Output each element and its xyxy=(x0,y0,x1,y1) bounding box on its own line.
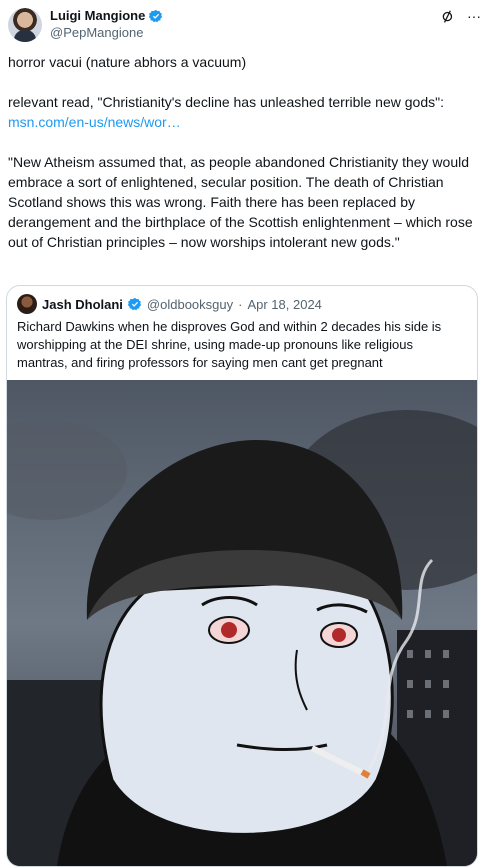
author-name-row: Luigi Mangione xyxy=(50,8,163,23)
tweet-line-1: horror vacui (nature abhors a vacuum) xyxy=(8,54,247,70)
quoted-author-name: Jash Dholani xyxy=(42,296,123,312)
grok-icon[interactable] xyxy=(441,9,455,23)
quoted-tweet-date: Apr 18, 2024 xyxy=(247,296,322,312)
quoted-author-handle: @oldbooksguy xyxy=(146,296,234,312)
meta-separator: · xyxy=(238,296,243,312)
quoted-tweet-card[interactable]: Jash Dholani @oldbooksguy · Apr 18, 2024… xyxy=(6,285,478,867)
tweet-header: Luigi Mangione @PepMangione ··· xyxy=(8,6,481,44)
header-actions: ··· xyxy=(441,8,481,24)
verified-badge-icon xyxy=(127,297,142,311)
quoted-tweet-header: Jash Dholani @oldbooksguy · Apr 18, 2024 xyxy=(17,294,322,314)
quoted-author-avatar xyxy=(17,294,37,314)
wojak-beanie-smoking-image[interactable] xyxy=(7,380,477,866)
author-avatar[interactable] xyxy=(8,8,42,42)
tweet-line-2: relevant read, "Christianity's decline h… xyxy=(8,94,444,110)
tweet-body: horror vacui (nature abhors a vacuum) re… xyxy=(8,52,480,252)
author-display-name[interactable]: Luigi Mangione xyxy=(50,8,145,23)
tweet-quote-paragraph: "New Atheism assumed that, as people aba… xyxy=(8,154,477,250)
more-icon[interactable]: ··· xyxy=(467,8,481,24)
quoted-tweet-text: Richard Dawkins when he disproves God an… xyxy=(17,319,442,370)
article-link[interactable]: msn.com/en-us/news/wor… xyxy=(8,114,181,130)
author-handle[interactable]: @PepMangione xyxy=(50,25,143,40)
verified-badge-icon xyxy=(149,9,163,22)
